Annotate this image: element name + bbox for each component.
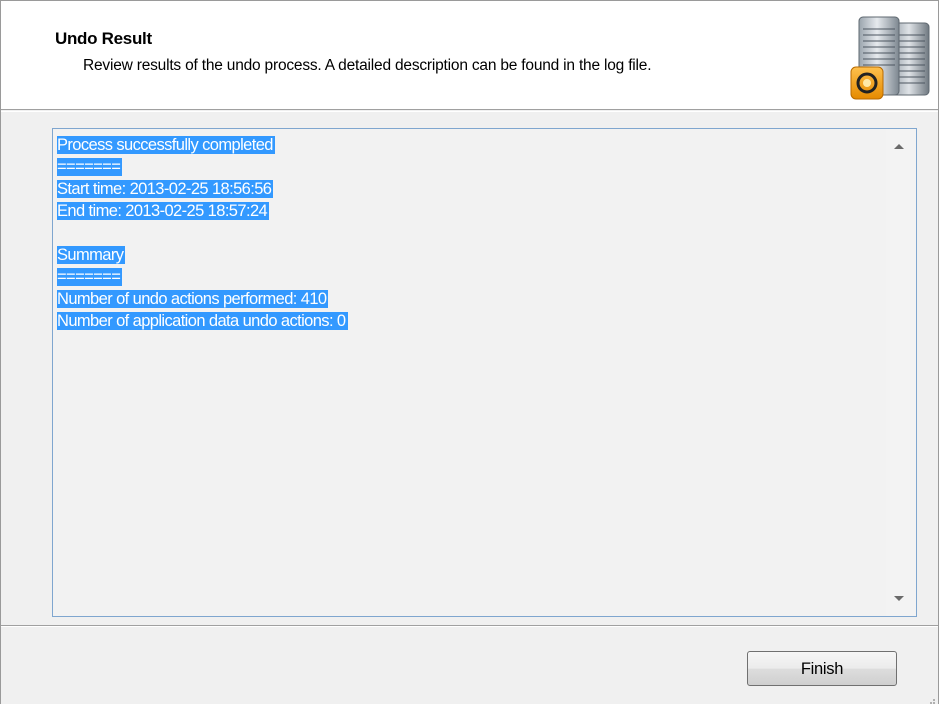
finish-button[interactable]: Finish	[747, 651, 897, 686]
log-scrollbar[interactable]	[886, 129, 916, 616]
scroll-up-icon[interactable]	[894, 144, 904, 149]
resize-grip-icon[interactable]	[926, 692, 936, 704]
header-divider	[1, 111, 938, 112]
undo-result-dialog: Undo Result Review results of the undo p…	[0, 0, 939, 704]
log-line: =======	[57, 268, 123, 286]
log-line: Process successfully completed	[57, 136, 275, 154]
log-line: =======	[57, 158, 123, 176]
server-database-icon	[849, 13, 933, 101]
scroll-down-icon[interactable]	[894, 596, 904, 601]
log-textarea[interactable]: Process successfully completed ======= S…	[52, 128, 917, 617]
footer-divider-highlight	[1, 626, 938, 627]
log-line: Number of application data undo actions:…	[57, 312, 348, 330]
page-title: Undo Result	[55, 29, 152, 48]
wizard-header: Undo Result Review results of the undo p…	[1, 1, 938, 110]
log-line: End time: 2013-02-25 18:57:24	[57, 202, 270, 220]
log-line: Start time: 2013-02-25 18:56:56	[57, 180, 274, 198]
log-line: Summary	[57, 246, 126, 264]
log-line: Number of undo actions performed: 410	[57, 290, 329, 308]
page-subtitle: Review results of the undo process. A de…	[83, 57, 652, 74]
log-content[interactable]: Process successfully completed ======= S…	[57, 134, 883, 332]
